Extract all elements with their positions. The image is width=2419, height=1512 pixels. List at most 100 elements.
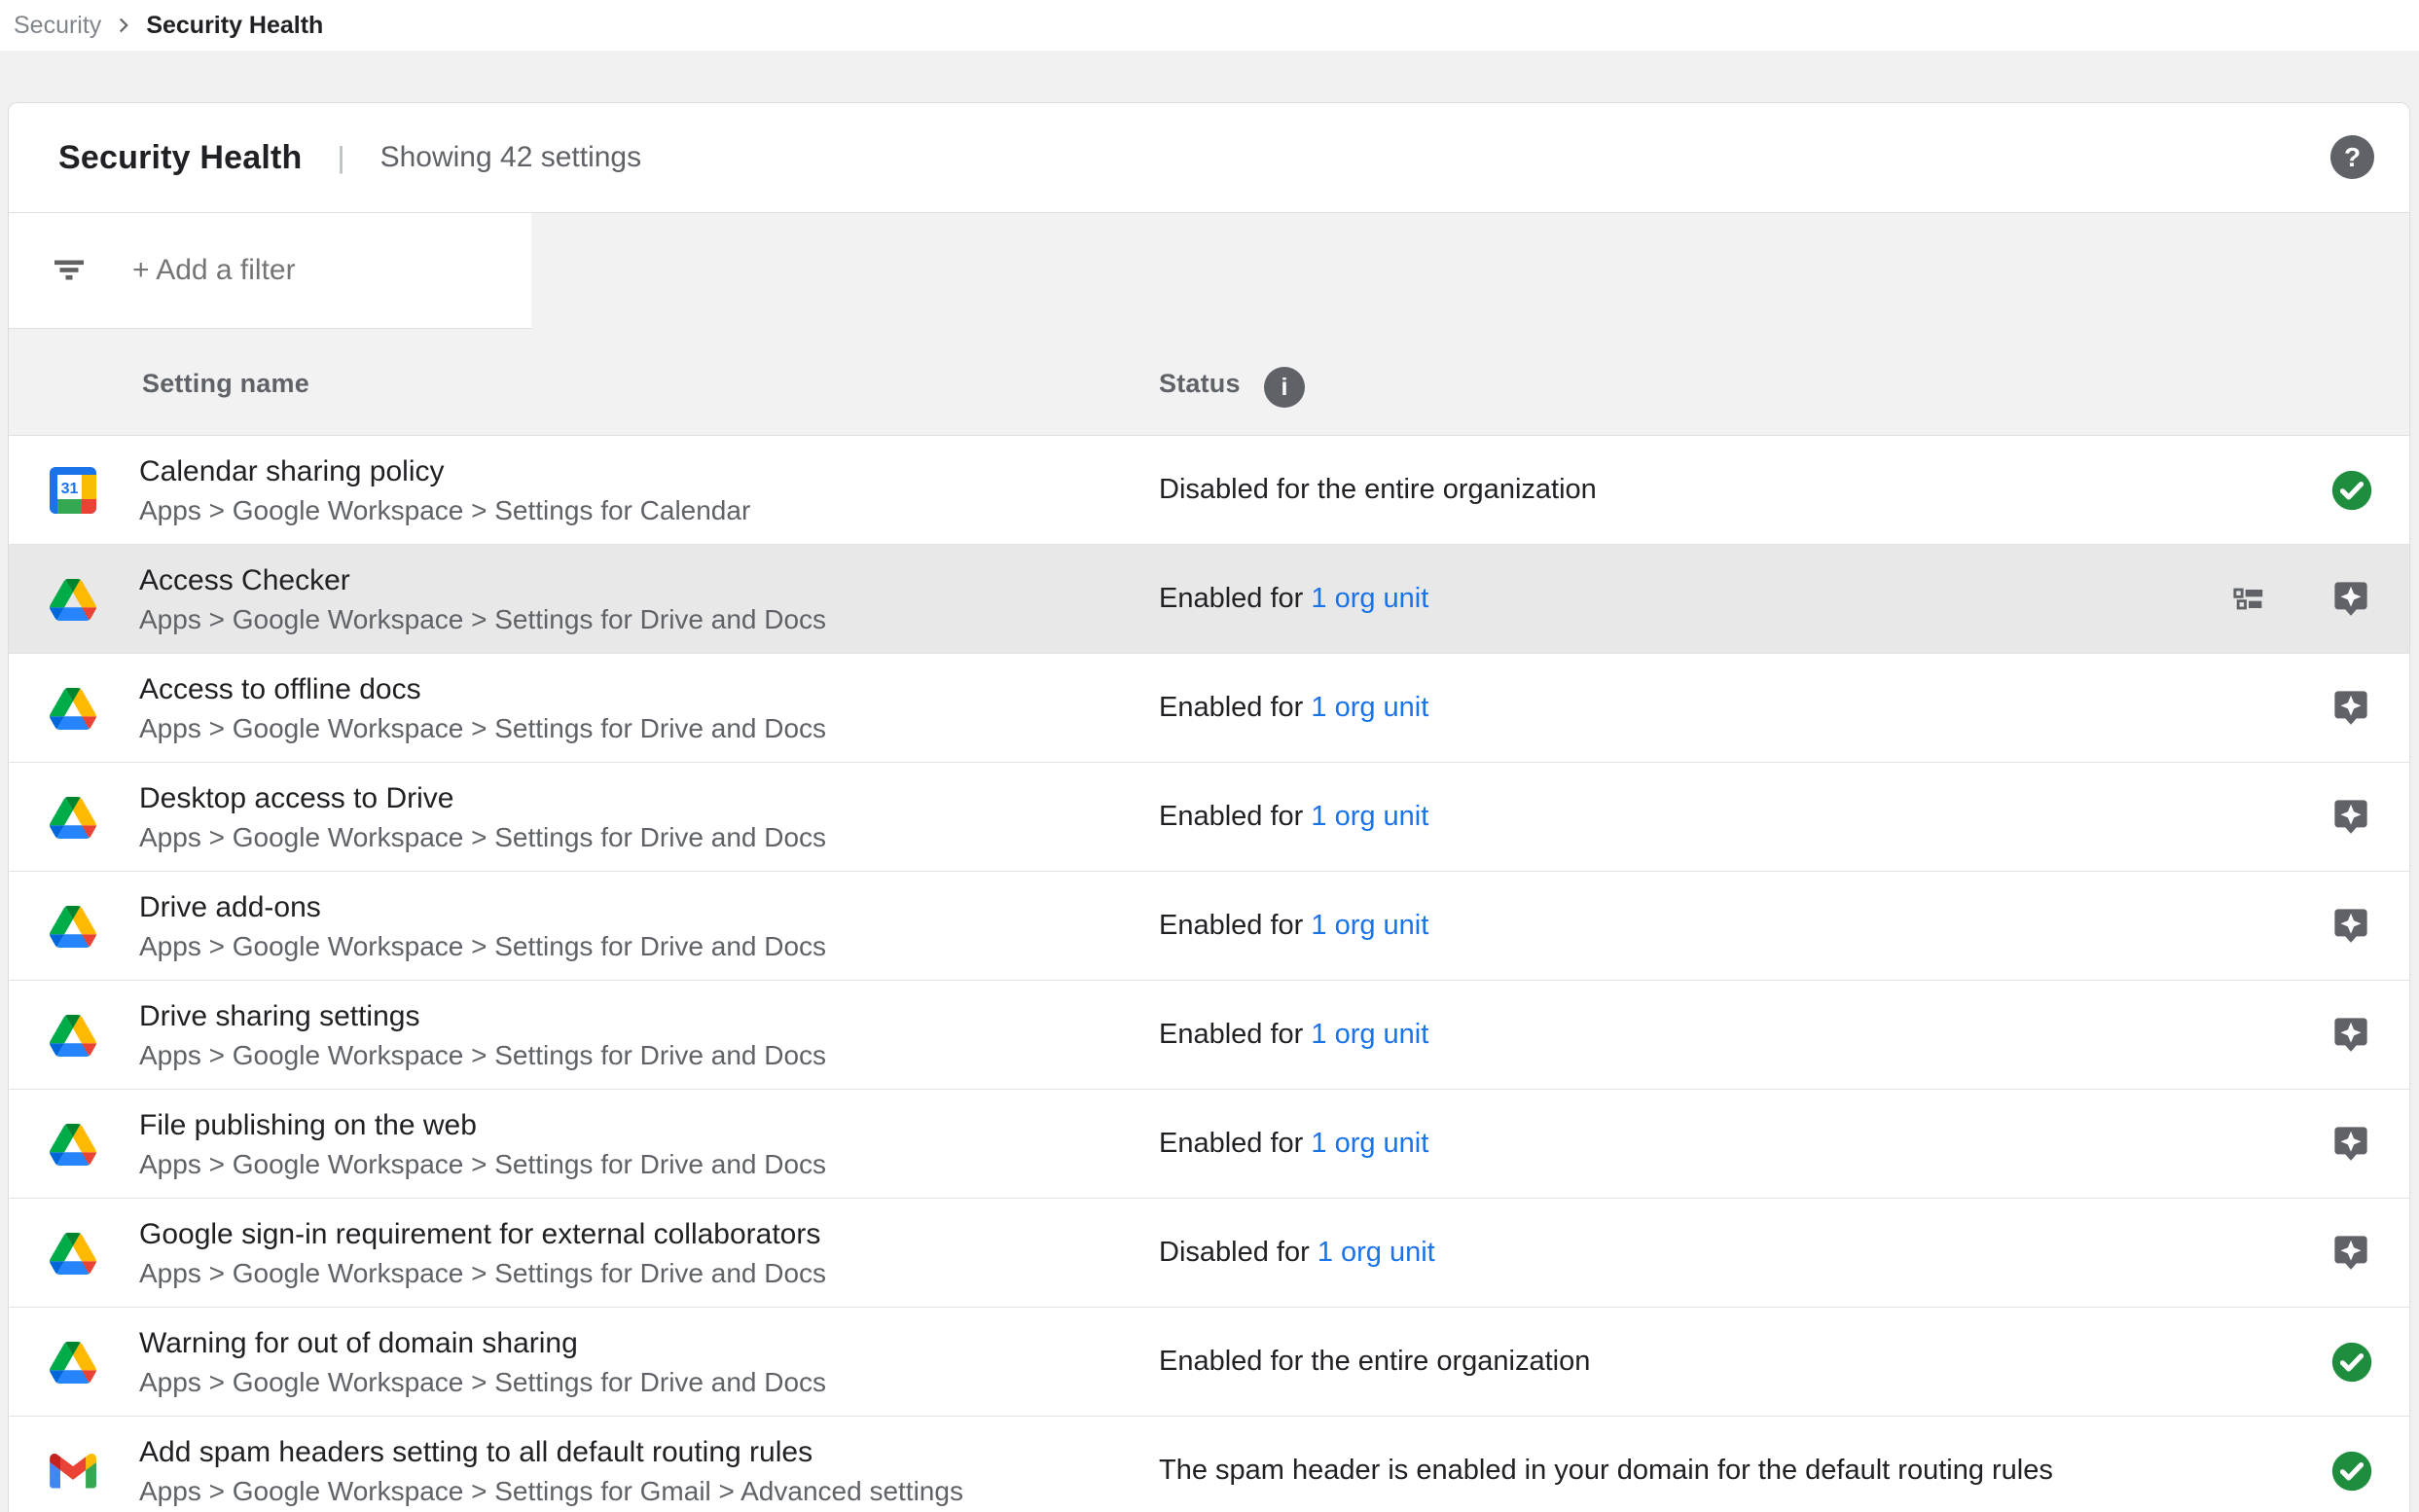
recommendation-badge-icon[interactable] xyxy=(2330,905,2373,948)
page-title: Security Health xyxy=(58,139,303,177)
table-toolbar: + Add a filter Setting name Status i xyxy=(9,213,2409,436)
calendar-icon: 31 xyxy=(50,467,96,514)
setting-name: Drive add-ons xyxy=(139,887,826,927)
setting-cell: File publishing on the webApps > Google … xyxy=(139,1105,826,1183)
table-row[interactable]: Desktop access to DriveApps > Google Wor… xyxy=(9,763,2409,872)
table-row[interactable]: Access CheckerApps > Google Workspace > … xyxy=(9,545,2409,654)
table-row[interactable]: File publishing on the webApps > Google … xyxy=(9,1090,2409,1199)
chevron-right-icon xyxy=(111,13,136,38)
setting-cell: Access CheckerApps > Google Workspace > … xyxy=(139,560,826,638)
org-unit-link[interactable]: 1 org unit xyxy=(1311,692,1428,724)
setting-name: File publishing on the web xyxy=(139,1105,826,1145)
setting-name: Google sign-in requirement for external … xyxy=(139,1214,826,1254)
setting-path: Apps > Google Workspace > Settings for D… xyxy=(139,600,826,638)
drive-icon xyxy=(50,685,96,732)
status-text: Enabled for xyxy=(1159,692,1303,724)
drive-icon xyxy=(50,794,96,841)
check-circle-icon xyxy=(2330,1341,2373,1384)
status-cell: Disabled for the entire organization xyxy=(1159,436,1597,544)
status-cell: Enabled for 1 org unit xyxy=(1159,1090,1428,1198)
card-header: Security Health | Showing 42 settings ? xyxy=(9,103,2409,213)
status-text: The spam header is enabled in your domai… xyxy=(1159,1455,2053,1487)
drive-icon xyxy=(50,1230,96,1277)
org-unit-link[interactable]: 1 org unit xyxy=(1311,801,1428,833)
breadcrumb: Security Security Health xyxy=(0,0,2419,51)
status-cell: The spam header is enabled in your domai… xyxy=(1159,1417,2053,1512)
column-header-setting-name: Setting name xyxy=(142,369,309,399)
setting-name: Warning for out of domain sharing xyxy=(139,1323,826,1363)
setting-path: Apps > Google Workspace > Settings for C… xyxy=(139,491,750,529)
setting-name: Add spam headers setting to all default … xyxy=(139,1432,963,1472)
check-circle-icon xyxy=(2330,469,2373,512)
org-unit-link[interactable]: 1 org unit xyxy=(1311,1128,1428,1160)
org-unit-link[interactable]: 1 org unit xyxy=(1311,910,1428,942)
org-unit-link[interactable]: 1 org unit xyxy=(1311,1019,1428,1051)
settings-table: 31Calendar sharing policyApps > Google W… xyxy=(9,436,2409,1512)
svg-text:31: 31 xyxy=(61,481,79,497)
setting-name: Access Checker xyxy=(139,560,826,600)
setting-path: Apps > Google Workspace > Settings for D… xyxy=(139,709,826,747)
drive-icon xyxy=(50,903,96,950)
status-cell: Enabled for 1 org unit xyxy=(1159,872,1428,980)
status-text: Enabled for xyxy=(1159,583,1303,615)
status-text: Enabled for xyxy=(1159,910,1303,942)
recommendation-badge-icon[interactable] xyxy=(2330,578,2373,621)
setting-cell: Calendar sharing policyApps > Google Wor… xyxy=(139,451,750,529)
setting-name: Calendar sharing policy xyxy=(139,451,750,491)
check-circle-icon xyxy=(2330,1450,2373,1493)
status-text: Enabled for xyxy=(1159,1128,1303,1160)
gmail-icon xyxy=(50,1448,96,1494)
settings-count: Showing 42 settings xyxy=(380,141,642,174)
status-cell: Enabled for the entire organization xyxy=(1159,1308,1590,1416)
status-text: Enabled for xyxy=(1159,801,1303,833)
table-row[interactable]: 31 Calendar sharing policyApps > Google W… xyxy=(9,436,2409,545)
status-cell: Enabled for 1 org unit xyxy=(1159,981,1428,1089)
drive-icon xyxy=(50,1121,96,1168)
table-row[interactable]: Warning for out of domain sharingApps > … xyxy=(9,1308,2409,1417)
status-cell: Enabled for 1 org unit xyxy=(1159,654,1428,762)
setting-cell: Warning for out of domain sharingApps > … xyxy=(139,1323,826,1401)
table-row[interactable]: Google sign-in requirement for external … xyxy=(9,1199,2409,1308)
org-list-icon[interactable] xyxy=(2229,580,2268,619)
status-text: Disabled for xyxy=(1159,1237,1310,1269)
column-header-status: Status xyxy=(1159,369,1241,399)
status-info-icon[interactable]: i xyxy=(1264,367,1305,408)
setting-cell: Google sign-in requirement for external … xyxy=(139,1214,826,1292)
table-row[interactable]: Access to offline docsApps > Google Work… xyxy=(9,654,2409,763)
setting-path: Apps > Google Workspace > Settings for D… xyxy=(139,1145,826,1183)
setting-cell: Access to offline docsApps > Google Work… xyxy=(139,669,826,747)
security-health-card: Security Health | Showing 42 settings ? … xyxy=(8,102,2410,1512)
title-separator: | xyxy=(338,140,345,175)
help-icon[interactable]: ? xyxy=(2330,135,2374,179)
org-unit-link[interactable]: 1 org unit xyxy=(1311,583,1428,615)
status-text: Disabled for the entire organization xyxy=(1159,474,1597,506)
recommendation-badge-icon[interactable] xyxy=(2330,1014,2373,1057)
recommendation-badge-icon[interactable] xyxy=(2330,1232,2373,1275)
setting-cell: Drive add-onsApps > Google Workspace > S… xyxy=(139,887,826,965)
security-health-page: { "breadcrumb": { "parent": "Security", … xyxy=(0,0,2419,1512)
drive-icon xyxy=(50,1012,96,1059)
org-unit-link[interactable]: 1 org unit xyxy=(1318,1237,1435,1269)
table-row[interactable]: Drive add-onsApps > Google Workspace > S… xyxy=(9,872,2409,981)
setting-cell: Add spam headers setting to all default … xyxy=(139,1432,963,1510)
add-filter-button[interactable]: + Add a filter xyxy=(132,254,296,287)
filter-bar[interactable]: + Add a filter xyxy=(9,213,531,329)
status-text: Enabled for xyxy=(1159,1019,1303,1051)
drive-icon xyxy=(50,1339,96,1386)
setting-path: Apps > Google Workspace > Settings for D… xyxy=(139,1036,826,1074)
recommendation-badge-icon[interactable] xyxy=(2330,1123,2373,1166)
breadcrumb-parent[interactable]: Security xyxy=(14,12,101,40)
setting-path: Apps > Google Workspace > Settings for D… xyxy=(139,1363,826,1401)
setting-cell: Drive sharing settingsApps > Google Work… xyxy=(139,996,826,1074)
recommendation-badge-icon[interactable] xyxy=(2330,687,2373,730)
table-row[interactable]: Add spam headers setting to all default … xyxy=(9,1417,2409,1512)
setting-path: Apps > Google Workspace > Settings for G… xyxy=(139,1472,963,1510)
setting-name: Drive sharing settings xyxy=(139,996,826,1036)
status-cell: Disabled for 1 org unit xyxy=(1159,1199,1435,1307)
recommendation-badge-icon[interactable] xyxy=(2330,796,2373,839)
breadcrumb-current: Security Health xyxy=(146,12,323,40)
setting-name: Desktop access to Drive xyxy=(139,778,826,818)
table-row[interactable]: Drive sharing settingsApps > Google Work… xyxy=(9,981,2409,1090)
drive-icon xyxy=(50,576,96,623)
setting-cell: Desktop access to DriveApps > Google Wor… xyxy=(139,778,826,856)
